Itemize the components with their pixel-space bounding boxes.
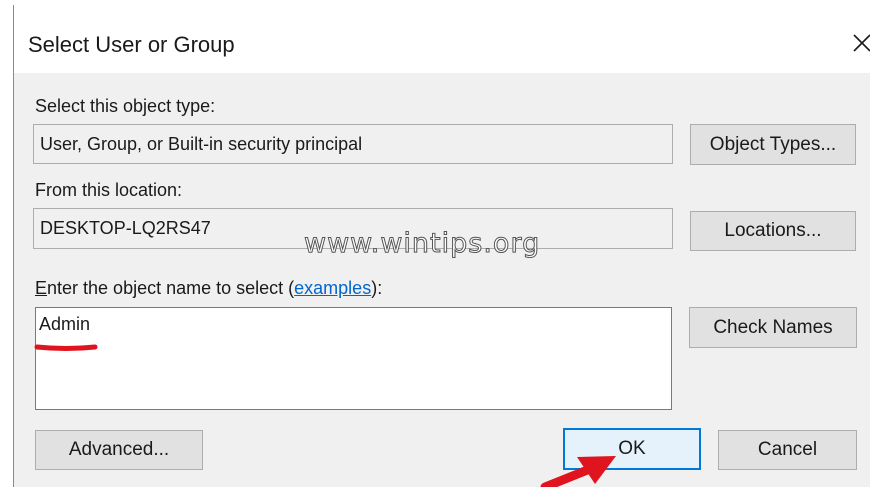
- object-name-label-suffix: ):: [371, 278, 383, 298]
- object-type-label: Select this object type:: [35, 96, 216, 116]
- examples-link[interactable]: examples: [294, 278, 371, 298]
- object-name-input[interactable]: Admin: [35, 307, 672, 410]
- object-name-label: Enter the object name to select (example…: [35, 278, 382, 299]
- ok-button[interactable]: OK: [563, 428, 701, 470]
- watermark-text: www.wintips.org: [303, 228, 541, 260]
- check-names-button-label: Check Names: [713, 316, 833, 338]
- close-icon: [853, 34, 870, 52]
- locations-button-label: Locations...: [724, 220, 822, 241]
- object-types-button[interactable]: Object Types...: [690, 124, 856, 165]
- advanced-button[interactable]: Advanced...: [35, 430, 203, 470]
- advanced-button-label: Advanced...: [68, 439, 170, 460]
- locations-button[interactable]: Locations...: [690, 211, 856, 251]
- title-bar: Select User or Group: [14, 5, 870, 73]
- location-label: From this location:: [35, 180, 183, 200]
- select-user-dialog: Select User or Group Select this object …: [0, 0, 870, 487]
- object-name-value: Admin: [39, 314, 91, 334]
- object-type-field: User, Group, or Built-in security princi…: [33, 124, 673, 164]
- location-value: DESKTOP-LQ2RS47: [40, 218, 211, 238]
- object-types-button-label: Object Types...: [709, 133, 837, 155]
- close-button[interactable]: [840, 21, 870, 65]
- object-name-access-key: E: [35, 278, 48, 298]
- object-type-value: User, Group, or Built-in security princi…: [40, 134, 363, 154]
- ok-button-label: OK: [618, 438, 646, 459]
- object-name-label-text: nter the object name to select (: [47, 278, 295, 298]
- dialog-title: Select User or Group: [28, 32, 235, 57]
- cancel-button-label: Cancel: [757, 439, 818, 460]
- cancel-button[interactable]: Cancel: [718, 430, 857, 470]
- check-names-button[interactable]: Check Names: [689, 307, 857, 348]
